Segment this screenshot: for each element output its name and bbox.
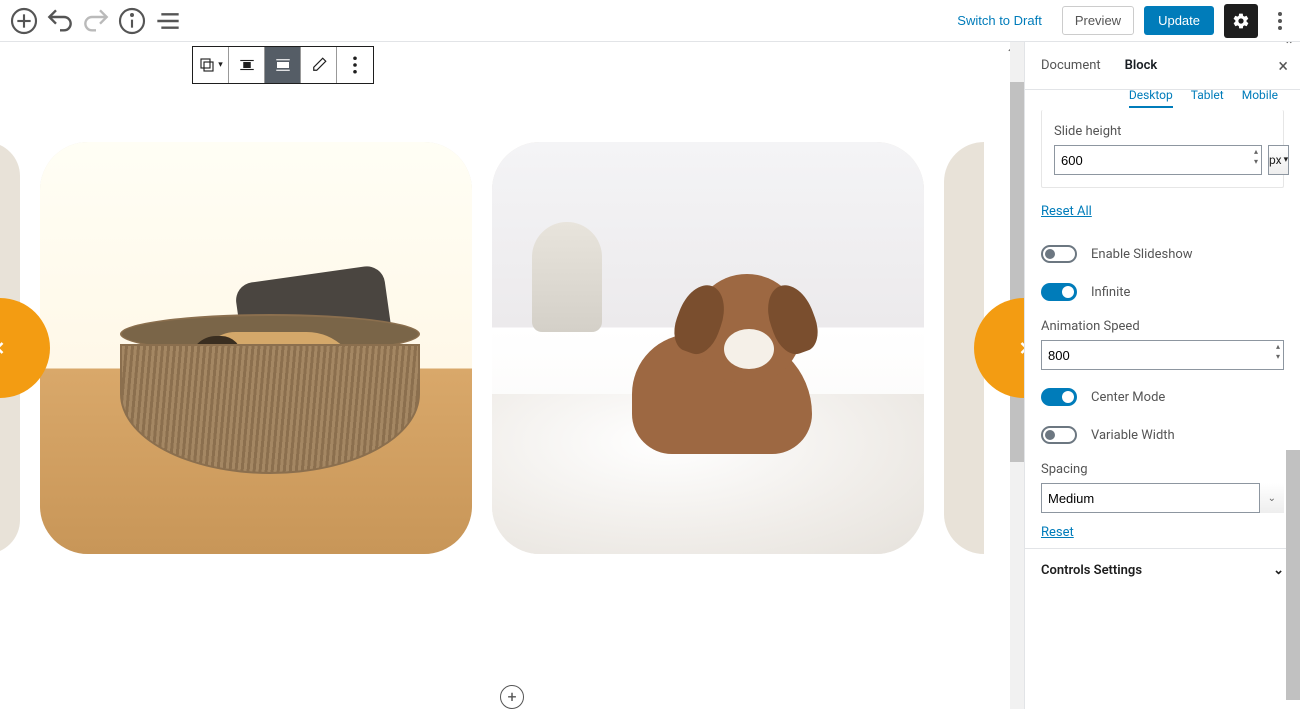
preview-button[interactable]: Preview (1062, 6, 1134, 35)
outline-button[interactable] (152, 5, 184, 37)
carousel-block[interactable] (0, 142, 1024, 554)
settings-sidebar: ⌃ Document Block × Desktop Tablet Mobile… (1024, 42, 1300, 709)
redo-button[interactable] (80, 5, 112, 37)
canvas-scrollbar-thumb[interactable] (1010, 82, 1024, 462)
animation-speed-block: Animation Speed ▴▾ (1025, 311, 1300, 378)
slide-height-label: Slide height (1054, 124, 1271, 139)
enable-slideshow-toggle[interactable] (1041, 245, 1077, 263)
toolbar-right-group: Switch to Draft Preview Update (947, 4, 1292, 38)
device-tab-mobile[interactable]: Mobile (1242, 88, 1278, 108)
editor-main: ⌃ ▾ (0, 42, 1300, 709)
editor-canvas: ⌃ ▾ (0, 42, 1024, 709)
infinite-row: Infinite (1025, 273, 1300, 311)
switch-to-draft-link[interactable]: Switch to Draft (947, 7, 1052, 34)
spacing-select[interactable]: Medium (1041, 483, 1284, 513)
edit-button[interactable] (301, 47, 337, 83)
more-options-button[interactable] (1268, 5, 1292, 37)
toolbar-left-group (8, 5, 184, 37)
block-type-button[interactable]: ▾ (193, 47, 229, 83)
plus-icon[interactable]: + (500, 685, 524, 709)
controls-settings-accordion[interactable]: Controls Settings ⌄ (1025, 548, 1300, 592)
close-sidebar-button[interactable]: × (1278, 56, 1288, 77)
undo-button[interactable] (44, 5, 76, 37)
align-wide-button[interactable] (265, 47, 301, 83)
block-toolbar: ▾ (192, 46, 374, 84)
spacing-label: Spacing (1041, 462, 1284, 477)
infinite-toggle[interactable] (1041, 283, 1077, 301)
tab-document[interactable]: Document (1041, 58, 1101, 73)
carousel-slide-1[interactable] (40, 142, 472, 554)
variable-width-label: Variable Width (1091, 428, 1175, 443)
sidebar-scrollbar-thumb[interactable] (1286, 450, 1300, 700)
slide-height-panel: Slide height ▴▾ px▾ (1041, 110, 1284, 188)
center-mode-row: Center Mode (1025, 378, 1300, 416)
device-tabs: Desktop Tablet Mobile (1025, 88, 1300, 108)
sidebar-tabs: Document Block × (1025, 42, 1300, 90)
editor-top-toolbar: Switch to Draft Preview Update (0, 0, 1300, 42)
enable-slideshow-label: Enable Slideshow (1091, 247, 1193, 262)
chevron-down-icon: ⌄ (1273, 563, 1284, 578)
reset-all-link[interactable]: Reset All (1025, 204, 1300, 235)
stepper-icon[interactable]: ▴▾ (1254, 147, 1258, 167)
carousel-slide-2[interactable] (492, 142, 924, 554)
controls-settings-label: Controls Settings (1041, 563, 1142, 578)
variable-width-row: Variable Width (1025, 416, 1300, 454)
block-more-button[interactable] (337, 47, 373, 83)
reset-link[interactable]: Reset (1041, 513, 1074, 540)
tab-block[interactable]: Block (1125, 58, 1158, 73)
add-block-inserter[interactable]: + (500, 685, 524, 709)
stepper-icon[interactable]: ▴▾ (1276, 342, 1280, 362)
device-tab-desktop[interactable]: Desktop (1129, 88, 1173, 108)
variable-width-toggle[interactable] (1041, 426, 1077, 444)
info-button[interactable] (116, 5, 148, 37)
center-mode-label: Center Mode (1091, 390, 1165, 405)
add-block-button[interactable] (8, 5, 40, 37)
update-button[interactable]: Update (1144, 6, 1214, 35)
slide-height-input[interactable] (1054, 145, 1262, 175)
center-mode-toggle[interactable] (1041, 388, 1077, 406)
slide-height-unit-select[interactable]: px▾ (1268, 145, 1289, 175)
spacing-block: Spacing Medium ⌄ Reset (1025, 454, 1300, 548)
align-center-button[interactable] (229, 47, 265, 83)
enable-slideshow-row: Enable Slideshow (1025, 235, 1300, 273)
infinite-label: Infinite (1091, 285, 1130, 300)
device-tab-tablet[interactable]: Tablet (1191, 88, 1224, 108)
animation-speed-input[interactable] (1041, 340, 1284, 370)
settings-button[interactable] (1224, 4, 1258, 38)
animation-speed-label: Animation Speed (1041, 319, 1284, 334)
